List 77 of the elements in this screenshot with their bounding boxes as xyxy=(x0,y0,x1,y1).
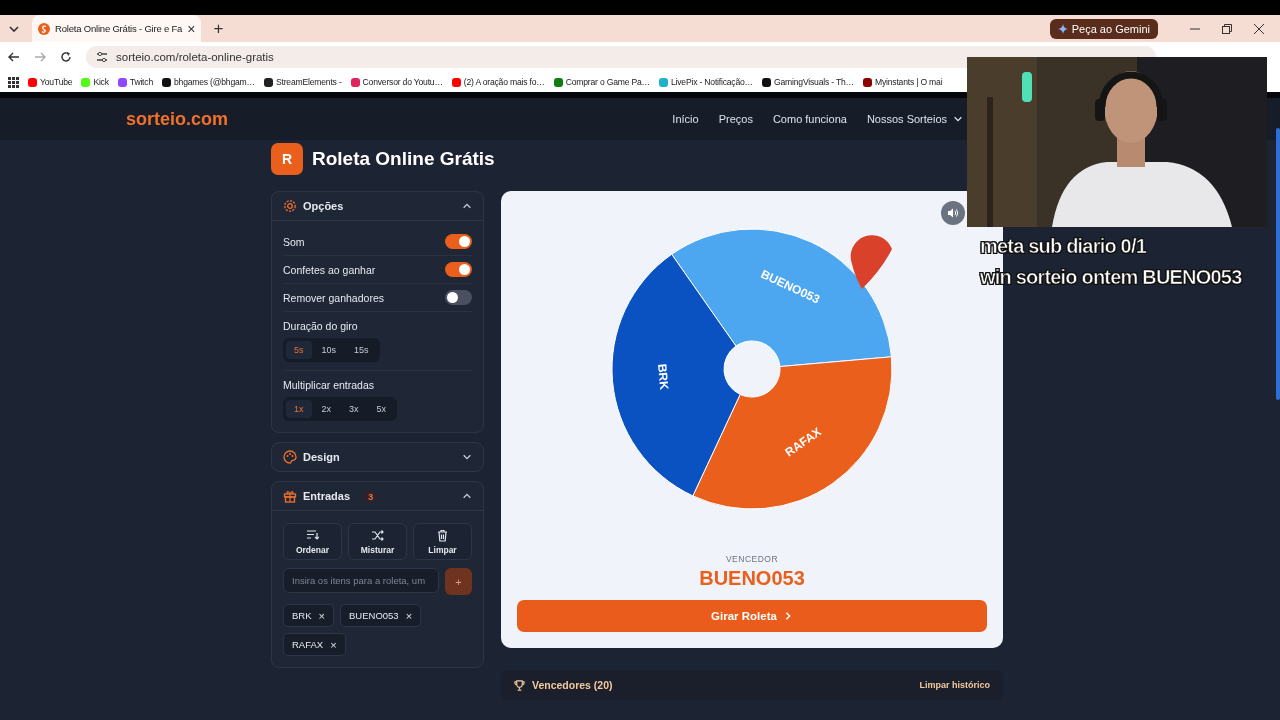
new-tab-button[interactable]: + xyxy=(209,18,228,39)
bookmark-link[interactable]: GamingVisuals - Th… xyxy=(774,77,854,87)
toggle-label: Remover ganhadores xyxy=(283,291,384,304)
wheel-segment: BRK xyxy=(611,253,741,497)
segment-option[interactable]: 10s xyxy=(313,341,345,359)
chevron-down-icon xyxy=(953,114,963,124)
apps-grid-icon[interactable] xyxy=(8,76,19,88)
shuffle-icon xyxy=(371,528,384,542)
roulette-badge: R xyxy=(271,143,303,175)
gear-icon xyxy=(283,199,297,213)
bookmark-link[interactable]: LivePix - Notificação… xyxy=(670,77,753,87)
page-title: Roleta Online Grátis xyxy=(312,148,495,170)
panel-header[interactable]: Entradas 3 xyxy=(272,482,483,511)
gift-icon xyxy=(283,489,297,503)
site-info-icon xyxy=(96,51,108,63)
segment-option[interactable]: 5s xyxy=(286,341,312,359)
segment-option[interactable]: 3x xyxy=(341,400,367,418)
segment-option[interactable]: 1x xyxy=(286,400,312,418)
segment-option[interactable]: 15s xyxy=(346,341,377,359)
wheel-pointer xyxy=(850,235,892,289)
trash-icon xyxy=(436,528,449,542)
sort-icon xyxy=(306,528,319,542)
winner-label: VENCEDOR xyxy=(724,554,780,564)
chevron-up-icon[interactable] xyxy=(462,201,472,211)
chevron-up-icon[interactable] xyxy=(462,491,472,501)
chevron-down-icon[interactable] xyxy=(462,452,472,462)
toggle-switch[interactable] xyxy=(445,234,472,249)
speaker-icon[interactable] xyxy=(941,201,965,225)
scrollbar-thumb[interactable] xyxy=(1276,128,1280,400)
action-button[interactable]: Ordenar xyxy=(283,523,342,560)
browser-tab[interactable]: Roleta Online Grátis - Gire e Fa × xyxy=(32,15,202,42)
tab-title: Roleta Online Grátis - Gire e Fa xyxy=(55,23,183,34)
chip-label: RAFAX xyxy=(292,639,324,650)
site-favicon-icon xyxy=(38,22,50,35)
sparkle-icon xyxy=(1057,23,1068,34)
nav-link[interactable]: Preços xyxy=(718,113,753,125)
address-bar[interactable]: sorteio.com/roleta-online-gratis xyxy=(86,46,1156,68)
chip-label: BRK xyxy=(292,610,312,621)
count-badge: 3 xyxy=(362,489,380,503)
toggle-label: Som xyxy=(283,235,305,248)
add-button[interactable]: + xyxy=(445,568,472,595)
nav-link[interactable]: Nossos Sorteios xyxy=(866,113,963,125)
bookmark-link[interactable]: YouTube xyxy=(40,77,73,87)
winner-name: BUENO053 xyxy=(698,567,806,590)
segment-option[interactable]: 2x xyxy=(313,400,340,418)
winners-title[interactable]: Vencedores (20) xyxy=(532,679,613,691)
site-logo[interactable]: sorteio.com xyxy=(126,108,229,130)
toggle-switch[interactable] xyxy=(445,290,472,305)
back-icon[interactable] xyxy=(8,51,20,63)
bookmark-link[interactable]: Comprar o Game Pa… xyxy=(565,77,650,87)
segment-option[interactable]: 5x xyxy=(368,400,395,418)
clear-history-link[interactable]: Limpar histórico xyxy=(919,680,990,690)
chip-label: BUENO053 xyxy=(349,610,399,621)
panel-header[interactable]: Opções xyxy=(272,192,483,221)
nav-link[interactable]: Como funciona xyxy=(772,113,847,125)
action-button[interactable]: Limpar xyxy=(413,523,472,560)
reload-icon[interactable] xyxy=(60,51,72,63)
palette-icon xyxy=(283,450,297,464)
close-icon[interactable] xyxy=(1254,23,1264,34)
panel-header[interactable]: Design xyxy=(272,443,483,471)
trophy-icon xyxy=(514,679,525,691)
bookmark-link[interactable]: Conversor do Youtu… xyxy=(362,77,443,87)
entry-input[interactable]: Insira os itens para a roleta, um xyxy=(283,568,439,593)
action-button[interactable]: Misturar xyxy=(348,523,407,560)
bookmark-link[interactable]: bhgames (@bhgam… xyxy=(173,77,255,87)
toggle-switch[interactable] xyxy=(445,262,472,277)
nav-link[interactable]: Início xyxy=(672,113,699,125)
field-label: Multiplicar entradas xyxy=(283,379,376,391)
bookmark-link[interactable]: (2) A oração mais fo… xyxy=(463,77,545,87)
bookmark-link[interactable]: Twitch xyxy=(129,77,153,87)
bookmark-link[interactable]: StreamElements - xyxy=(275,77,342,87)
toggle-label: Confetes ao ganhar xyxy=(283,263,376,276)
bookmark-link[interactable]: Kick xyxy=(93,77,109,87)
field-label: Duração do giro xyxy=(283,320,359,332)
restore-icon[interactable] xyxy=(1222,23,1232,34)
bookmark-link[interactable]: Myinstants | O mai xyxy=(874,77,943,87)
gemini-button[interactable]: Peça ao Gemini xyxy=(1049,18,1158,39)
